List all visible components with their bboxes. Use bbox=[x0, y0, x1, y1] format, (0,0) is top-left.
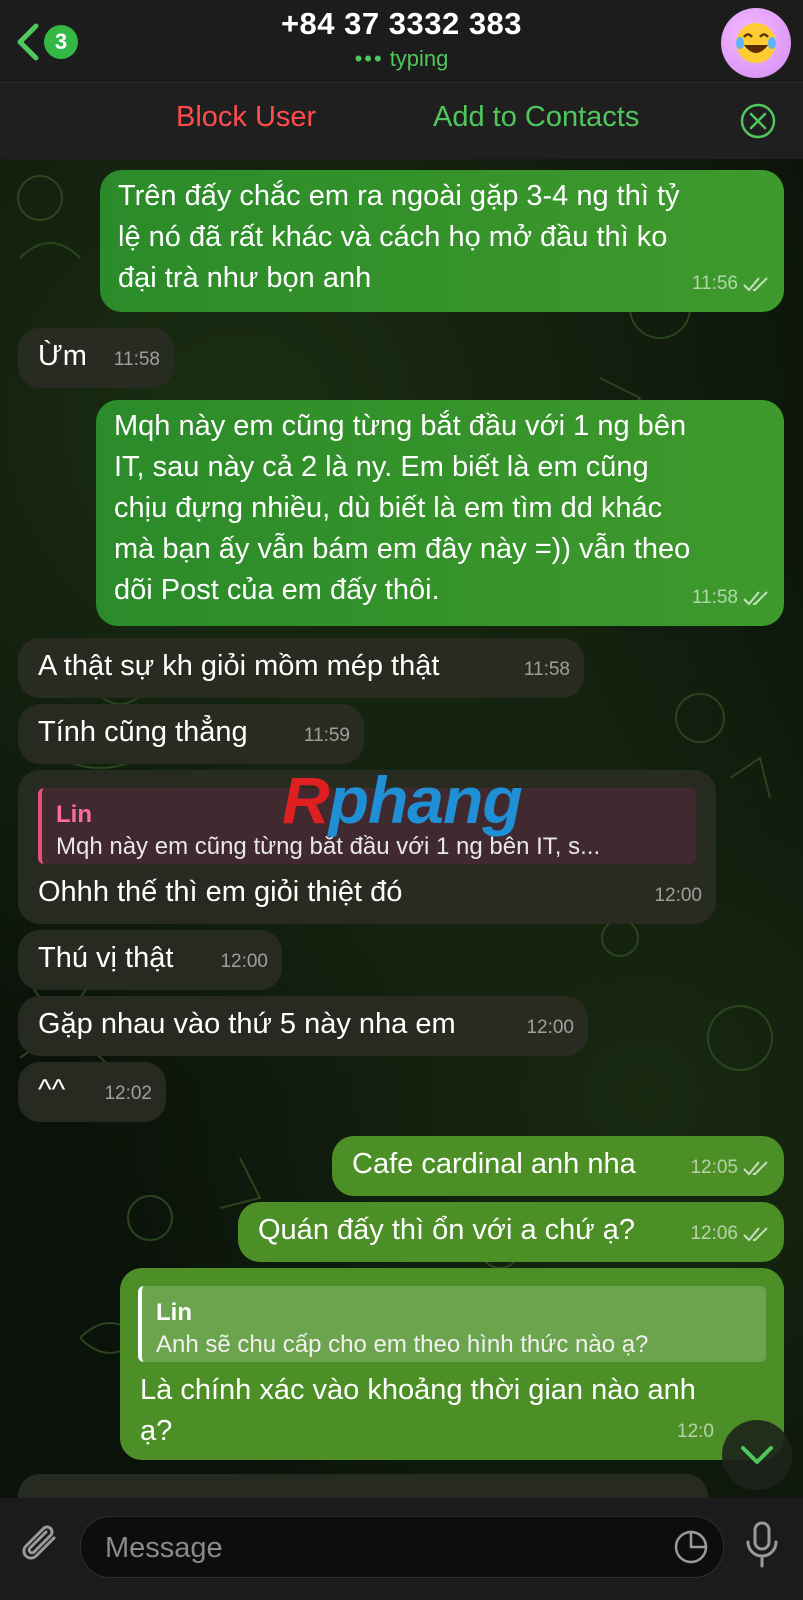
typing-dots: ••• bbox=[354, 46, 384, 71]
message-meta: 11:56 bbox=[692, 263, 770, 304]
message-meta: 11:59 bbox=[304, 715, 350, 756]
message-meta: 12:06 bbox=[690, 1213, 770, 1254]
double-check-icon bbox=[743, 276, 768, 291]
reply-preview[interactable]: Lin Anh sẽ chu cấp cho em theo hình thức… bbox=[138, 1286, 766, 1362]
watermark-logo: Rphang bbox=[282, 763, 523, 837]
message-time: 12:02 bbox=[104, 1083, 152, 1104]
outgoing-message[interactable]: Cafe cardinal anh nha 12:05 bbox=[332, 1136, 784, 1196]
incoming-message[interactable]: Ừm 11:58 bbox=[18, 328, 174, 388]
message-time: 11:58 bbox=[691, 587, 738, 608]
message-time: 12:06 bbox=[690, 1223, 738, 1244]
outgoing-message[interactable]: Trên đấy chắc em ra ngoài gặp 3-4 ng thì… bbox=[100, 170, 784, 312]
message-input[interactable] bbox=[103, 1527, 627, 1569]
message-meta: 12:02 bbox=[104, 1073, 152, 1114]
message-text: Ừm bbox=[38, 340, 87, 372]
reply-quoted-text: Anh sẽ chu cấp cho em theo hình thức nào… bbox=[156, 1331, 649, 1358]
message-time: 11:56 bbox=[691, 273, 738, 294]
message-text: Gặp nhau vào thứ 5 này nha em bbox=[38, 1008, 456, 1040]
close-circle-icon[interactable] bbox=[740, 103, 776, 139]
message-text: Thú vị thật bbox=[38, 942, 174, 974]
incoming-message[interactable]: Gặp nhau vào thứ 5 này nha em 12:00 bbox=[18, 996, 588, 1056]
contact-title[interactable]: +84 37 3332 383 bbox=[0, 6, 803, 42]
laughing-emoji-icon bbox=[736, 23, 776, 63]
message-text-line: đại trà như bọn anh bbox=[118, 262, 372, 294]
message-text: Quán đấy thì ổn với a chứ ạ? bbox=[258, 1214, 635, 1246]
message-field[interactable] bbox=[80, 1516, 724, 1578]
message-text: Tính cũng thẳng bbox=[38, 716, 248, 748]
message-text: Ohhh thế thì em giỏi thiệt đó bbox=[38, 876, 403, 908]
message-time: 11:59 bbox=[303, 725, 350, 746]
message-meta: 12:05 bbox=[690, 1147, 770, 1188]
outgoing-reply-message[interactable]: Lin Anh sẽ chu cấp cho em theo hình thức… bbox=[120, 1268, 784, 1460]
message-meta: 12:00 bbox=[526, 1007, 574, 1048]
message-meta: 11:58 bbox=[524, 649, 570, 690]
message-time: 11:58 bbox=[523, 659, 570, 680]
double-check-icon bbox=[743, 1226, 768, 1241]
message-text: Cafe cardinal anh nha bbox=[352, 1148, 636, 1180]
message-time: 12:00 bbox=[220, 951, 268, 972]
message-time: 12:00 bbox=[526, 1017, 574, 1038]
scroll-to-bottom-button[interactable] bbox=[722, 1420, 792, 1490]
status-text: typing bbox=[389, 46, 449, 71]
incoming-message[interactable]: A thật sự kh giỏi mồm mép thật 11:58 bbox=[18, 638, 584, 698]
message-text-line: dõi Post của em đấy thôi. bbox=[114, 574, 440, 606]
add-to-contacts-button[interactable]: Add to Contacts bbox=[433, 101, 639, 134]
message-input-bar bbox=[0, 1498, 803, 1600]
incoming-message[interactable]: Tính cũng thẳng 11:59 bbox=[18, 704, 364, 764]
sticker-icon[interactable] bbox=[673, 1529, 709, 1565]
message-meta: 12:0 bbox=[677, 1411, 714, 1452]
block-user-button[interactable]: Block User bbox=[176, 101, 316, 134]
double-check-icon bbox=[743, 590, 768, 605]
message-text: A thật sự kh giỏi mồm mép thật bbox=[38, 650, 440, 682]
chat-header: 3 +84 37 3332 383 ••• typing bbox=[0, 0, 803, 82]
message-time: 11:58 bbox=[113, 349, 160, 370]
message-time: 12:00 bbox=[654, 885, 702, 906]
message-meta: 11:58 bbox=[114, 339, 160, 380]
message-text-line: lệ nó đã rất khác và cách họ mở đầu thì … bbox=[118, 221, 668, 253]
message-text-line: mà bạn ấy vẫn bám em đây này =)) vẫn the… bbox=[114, 533, 691, 565]
contact-action-bar: Block User Add to Contacts bbox=[0, 82, 803, 159]
message-text-line: chịu đựng nhiều, dù biết là em tìm dd kh… bbox=[114, 492, 663, 524]
message-text-line: Là chính xác vào khoảng thời gian nào an… bbox=[140, 1374, 696, 1406]
message-meta: 12:00 bbox=[220, 941, 268, 982]
message-text-line: Mqh này em cũng từng bắt đầu với 1 ng bê… bbox=[114, 410, 687, 442]
message-time: 12:05 bbox=[690, 1157, 738, 1178]
incoming-message[interactable]: ^^ 12:02 bbox=[18, 1062, 166, 1122]
message-text-line: IT, sau này cả 2 là ny. Em biết là em cũ… bbox=[114, 451, 649, 483]
message-text-line: ạ? bbox=[140, 1415, 173, 1447]
outgoing-message[interactable]: Mqh này em cũng từng bắt đầu với 1 ng bê… bbox=[96, 400, 784, 626]
message-meta: 11:58 bbox=[692, 577, 770, 618]
typing-status: ••• typing bbox=[0, 46, 803, 72]
paperclip-icon[interactable] bbox=[22, 1524, 64, 1570]
message-text-line: Trên đấy chắc em ra ngoài gặp 3-4 ng thì… bbox=[118, 180, 680, 212]
microphone-icon[interactable] bbox=[744, 1520, 780, 1572]
message-meta: 12:00 bbox=[654, 875, 702, 916]
avatar[interactable] bbox=[721, 8, 791, 78]
incoming-message[interactable]: Thú vị thật 12:00 bbox=[18, 930, 282, 990]
chevron-down-icon bbox=[741, 1446, 773, 1464]
double-check-icon bbox=[743, 1160, 768, 1175]
message-time: 12:0 bbox=[677, 1421, 714, 1442]
message-text: ^^ bbox=[38, 1074, 66, 1106]
outgoing-message[interactable]: Quán đấy thì ổn với a chứ ạ? 12:06 bbox=[238, 1202, 784, 1262]
